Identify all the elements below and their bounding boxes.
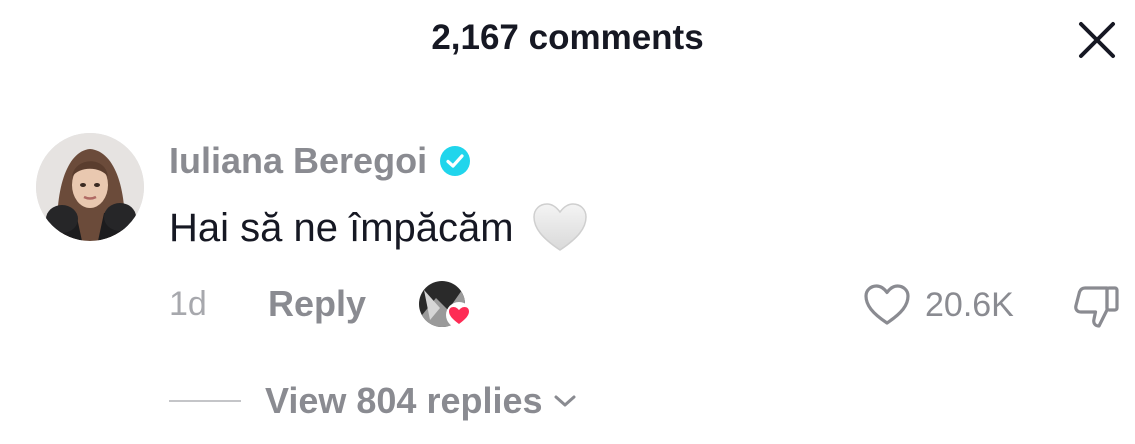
view-replies-button[interactable]: View 804 replies — [169, 380, 579, 422]
comments-count-title: 2,167 comments — [431, 18, 704, 57]
close-button[interactable] — [1075, 18, 1119, 62]
replies-divider — [169, 400, 241, 402]
close-icon — [1079, 22, 1115, 58]
dislike-button[interactable] — [1071, 282, 1123, 330]
comment-body: Hai să ne împăcăm — [169, 202, 588, 254]
like-button[interactable]: 20.6K — [863, 280, 1014, 330]
creator-liked-heart-icon — [419, 281, 472, 328]
like-count: 20.6K — [925, 285, 1014, 324]
comment-text: Hai să ne împăcăm — [169, 205, 514, 250]
view-replies-label: View 804 replies — [265, 380, 543, 421]
comment-timestamp: 1d — [169, 285, 207, 323]
comments-panel: 2,167 comments Iuliana Beregoi Hai să ne… — [0, 0, 1135, 444]
username-row: Iuliana Beregoi — [169, 140, 471, 182]
reply-button[interactable]: Reply — [268, 283, 366, 325]
username[interactable]: Iuliana Beregoi — [169, 140, 427, 182]
heart-outline-icon — [864, 284, 910, 325]
white-heart-icon — [532, 203, 587, 251]
user-avatar[interactable] — [36, 133, 144, 241]
comment-actions: 1d Reply 20.6K — [169, 280, 1129, 330]
chevron-down-icon — [554, 395, 576, 407]
verified-badge-icon — [440, 146, 471, 176]
thumbs-down-icon — [1074, 286, 1119, 328]
